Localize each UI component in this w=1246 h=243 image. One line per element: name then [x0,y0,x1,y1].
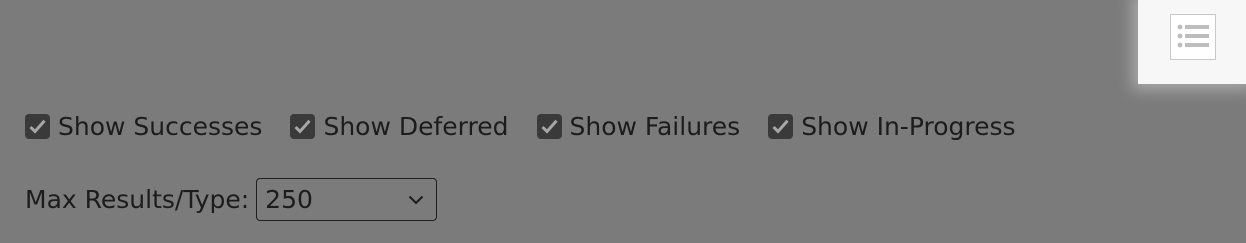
max-results-select[interactable]: 250 [256,178,438,221]
show-failures-filter[interactable]: Show Failures [536,112,741,141]
status-filters: Show Successes Show Deferred Show Failur… [25,112,1016,141]
checkmark-icon [29,119,46,134]
show-deferred-checkbox[interactable] [290,114,316,139]
show-deferred-label: Show Deferred [323,112,509,141]
show-deferred-filter[interactable]: Show Deferred [290,112,509,141]
chevron-down-icon [408,195,424,204]
show-failures-checkbox[interactable] [536,114,562,139]
checkmark-icon [540,119,558,134]
max-results-row: Max Results/Type: 250 [25,178,438,221]
show-successes-filter[interactable]: Show Successes [25,112,262,141]
show-in-progress-label: Show In-Progress [801,112,1016,141]
toc-toggle-button[interactable] [1170,14,1216,60]
show-in-progress-filter[interactable]: Show In-Progress [768,112,1016,141]
toc-panel [1138,0,1246,84]
checkmark-icon [772,119,789,134]
max-results-value: 250 [265,185,313,214]
max-results-label: Max Results/Type: [25,185,250,214]
show-in-progress-checkbox[interactable] [768,114,794,139]
show-successes-label: Show Successes [58,112,263,141]
list-icon [1177,24,1209,48]
show-successes-checkbox[interactable] [25,114,50,139]
checkmark-icon [294,119,312,134]
show-failures-label: Show Failures [569,112,741,141]
